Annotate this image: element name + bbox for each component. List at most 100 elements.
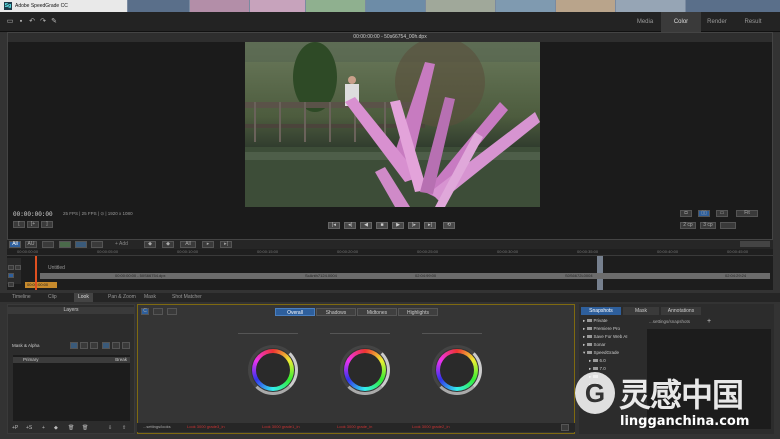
- track-active-icon[interactable]: [8, 273, 14, 278]
- add-filter-icon[interactable]: +: [42, 425, 45, 431]
- timeline-ruler[interactable]: 00:00:00:00 00:00:05:00 00:00:10:00 00:0…: [7, 249, 773, 256]
- curves-mode-icon[interactable]: [153, 308, 163, 315]
- tab-midtones[interactable]: Midtones: [357, 308, 397, 316]
- browser-tab[interactable]: [426, 0, 496, 12]
- grid-button[interactable]: [75, 241, 87, 248]
- color-wheel-offset[interactable]: [248, 345, 298, 395]
- layer-view-icon[interactable]: [102, 342, 110, 349]
- hsl-mode-icon[interactable]: [167, 308, 177, 315]
- previous-frame-button[interactable]: ◂|: [344, 222, 356, 229]
- browser-tab[interactable]: [306, 0, 366, 12]
- app-title-tab[interactable]: Sg Adobe SpeedGrade CC: [0, 0, 128, 12]
- nav-tab-render[interactable]: Render: [697, 12, 737, 32]
- playhead[interactable]: [35, 256, 37, 290]
- track-timecode[interactable]: 00:00:00:00: [25, 282, 57, 288]
- wheel-slider[interactable]: [238, 333, 298, 334]
- add-layer-icon[interactable]: +P: [12, 425, 18, 431]
- zoom-button[interactable]: [91, 241, 103, 248]
- folder-icon[interactable]: ▭: [6, 18, 14, 25]
- split-view-button[interactable]: ▭: [716, 210, 728, 217]
- wheel-slider[interactable]: [330, 333, 390, 334]
- tab-annotations[interactable]: Annotations: [661, 307, 701, 315]
- mark-in-button[interactable]: [: [13, 221, 25, 228]
- tab-pan-zoom[interactable]: Pan & Zoom: [104, 293, 140, 302]
- keyframe-all-button[interactable]: All: [180, 241, 196, 248]
- tab-clip[interactable]: Clip: [44, 293, 61, 302]
- loop-button[interactable]: ⟲: [443, 222, 455, 229]
- layer-alpha-icon[interactable]: [90, 342, 98, 349]
- keyframe-prev-button[interactable]: ◆: [144, 241, 156, 248]
- browser-tab[interactable]: [556, 0, 616, 12]
- tab-snapshots[interactable]: Snapshots: [581, 307, 621, 315]
- layer-option-icon[interactable]: [122, 342, 130, 349]
- layer-mask-icon[interactable]: [80, 342, 88, 349]
- tab-shadows[interactable]: Shadows: [316, 308, 356, 316]
- mark-out-button[interactable]: ]: [41, 221, 53, 228]
- browser-tab[interactable]: [366, 0, 426, 12]
- save-look-icon[interactable]: ⇩: [108, 425, 112, 431]
- save-icon[interactable]: ▪: [17, 18, 25, 25]
- go-start-button[interactable]: |◂: [328, 222, 340, 229]
- look-grid-icon[interactable]: [561, 424, 569, 431]
- filter-all-button[interactable]: All: [9, 241, 21, 248]
- load-look-icon[interactable]: ⇧: [122, 425, 126, 431]
- look-item[interactable]: Look 3000 grade3_in: [187, 424, 225, 429]
- tree-item[interactable]: ▸ 6.0: [589, 358, 606, 364]
- next-frame-button[interactable]: |▸: [408, 222, 420, 229]
- layer-primary[interactable]: Primary Break: [13, 357, 130, 363]
- tree-item[interactable]: ▸ Sonar: [583, 342, 606, 348]
- nav-tab-color[interactable]: Color: [661, 12, 701, 32]
- stop-button[interactable]: ■: [376, 222, 388, 229]
- track-tool-button[interactable]: [42, 241, 54, 248]
- color-wheel-gain[interactable]: [432, 345, 482, 395]
- keyframe-add-button[interactable]: ◆: [162, 241, 174, 248]
- look-item[interactable]: Look 3000 grade_in: [337, 424, 372, 429]
- settings-icon[interactable]: ✎: [50, 18, 58, 25]
- audio-button[interactable]: AU: [25, 241, 37, 248]
- browser-tab[interactable]: [616, 0, 686, 12]
- add-snapshot-icon[interactable]: +: [707, 318, 711, 325]
- clip-track[interactable]: 00:00:00:00 - 50S66754.dpx ScAnth7124.00…: [40, 273, 770, 279]
- tree-item[interactable]: ▾ SpeedGrade: [583, 350, 619, 356]
- copy-button[interactable]: [720, 222, 736, 229]
- tree-item[interactable]: ▸ Premiere Pro: [583, 326, 620, 332]
- keyframe-end-button[interactable]: ▸|: [220, 241, 232, 248]
- fit-dropdown[interactable]: Fit: [736, 210, 758, 217]
- tree-item[interactable]: ▸ Private: [583, 318, 608, 324]
- layer-grid-icon[interactable]: [112, 342, 120, 349]
- browser-tab[interactable]: [190, 0, 250, 12]
- undo-icon[interactable]: ↶: [28, 18, 36, 25]
- tab-highlights[interactable]: Highlights: [398, 308, 438, 316]
- zoom-slider[interactable]: [740, 241, 770, 247]
- browser-tab[interactable]: [250, 0, 306, 12]
- track-audio-icon[interactable]: [8, 282, 14, 287]
- look-item[interactable]: Look 3000 grade2_in: [412, 424, 450, 429]
- compare-view-button[interactable]: ▯▯: [698, 210, 710, 217]
- mark-in-out-button[interactable]: [+: [27, 221, 39, 228]
- tab-timeline[interactable]: Timeline: [8, 293, 35, 302]
- wheel-slider[interactable]: [422, 333, 482, 334]
- camera-icon[interactable]: ◘: [680, 210, 692, 217]
- trash-icon[interactable]: 🗑: [82, 425, 88, 431]
- look-item[interactable]: Look 3000 grade1_in: [262, 424, 300, 429]
- layer-add-icon[interactable]: [70, 342, 78, 349]
- browser-tab[interactable]: [496, 0, 556, 12]
- copy-2-button[interactable]: 2 cp: [680, 222, 696, 229]
- browser-tab[interactable]: [128, 0, 190, 12]
- add-secondary-icon[interactable]: +S: [26, 425, 32, 431]
- go-end-button[interactable]: ▸|: [424, 222, 436, 229]
- tab-mask[interactable]: Mask: [140, 293, 160, 302]
- track-lock-icon[interactable]: [15, 265, 21, 270]
- play-reverse-button[interactable]: ◀: [360, 222, 372, 229]
- color-mode-icon[interactable]: C: [141, 308, 149, 315]
- color-wheel-gamma[interactable]: [340, 345, 390, 395]
- tab-look[interactable]: Look: [74, 293, 93, 302]
- keyframe-next-button[interactable]: ▸: [202, 241, 214, 248]
- redo-icon[interactable]: ↷: [39, 18, 47, 25]
- duplicate-icon[interactable]: ◆: [54, 425, 58, 431]
- nav-tab-media[interactable]: Media: [625, 12, 665, 32]
- snap-button[interactable]: [59, 241, 71, 248]
- copy-3-button[interactable]: 3 cp: [700, 222, 716, 229]
- add-label[interactable]: + Add: [115, 241, 128, 247]
- nav-tab-result[interactable]: Result: [733, 12, 773, 32]
